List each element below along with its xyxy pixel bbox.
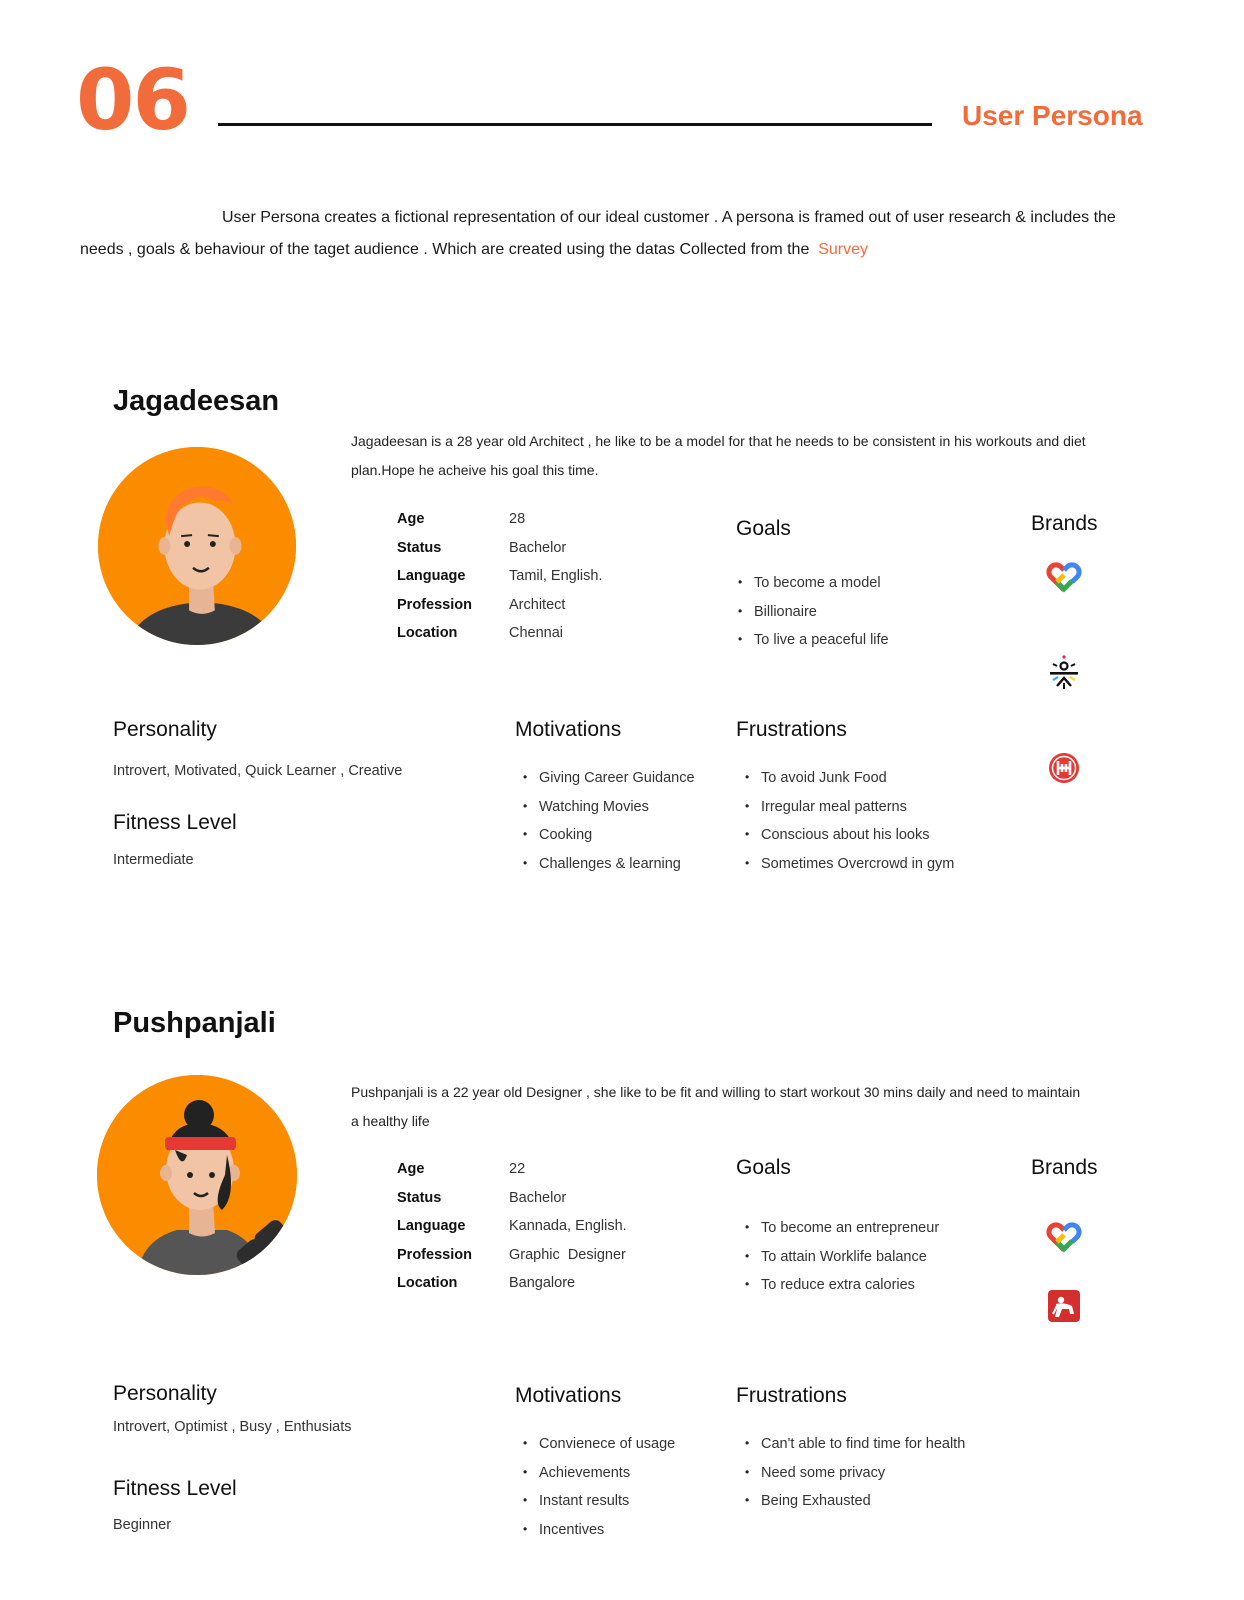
section-title: User Persona bbox=[962, 100, 1143, 131]
motivation-item: Achievements bbox=[523, 1465, 675, 1494]
female-avatar-illustration bbox=[97, 1075, 297, 1275]
goals-list: To become an entrepreneur To attain Work… bbox=[745, 1220, 939, 1306]
motivations-heading: Motivations bbox=[515, 718, 622, 741]
fact-label: Location bbox=[397, 625, 458, 641]
intro-text: User Persona creates a fictional represe… bbox=[80, 209, 1116, 258]
male-avatar-illustration bbox=[98, 447, 296, 645]
frustrations-list: To avoid Junk Food Irregular meal patter… bbox=[745, 770, 954, 884]
intro-paragraph: User Persona creates a fictional represe… bbox=[80, 202, 1160, 266]
persona-name: Pushpanjali bbox=[113, 1007, 276, 1039]
fact-label: Age bbox=[397, 1161, 425, 1177]
motivation-item: Giving Career Guidance bbox=[523, 770, 695, 799]
fact-label: Age bbox=[397, 511, 425, 527]
goals-list: To become a model Billionaire To live a … bbox=[738, 575, 889, 661]
goal-item: To live a peaceful life bbox=[738, 632, 889, 661]
home-workout-icon bbox=[1048, 1290, 1080, 1322]
motivation-item: Cooking bbox=[523, 827, 695, 856]
frustration-item: Sometimes Overcrowd in gym bbox=[745, 856, 954, 885]
persona-bio: Pushpanjali is a 22 year old Designer , … bbox=[351, 1084, 1081, 1129]
fitness-level-heading: Fitness Level bbox=[113, 1477, 237, 1500]
fact-row-language: Language Tamil, English. bbox=[397, 568, 697, 597]
page-number: 06 bbox=[76, 51, 191, 149]
fact-row-age: Age 22 bbox=[397, 1161, 697, 1190]
fitness-level-value: Beginner bbox=[113, 1517, 172, 1533]
frustration-item: Irregular meal patterns bbox=[745, 799, 954, 828]
fact-row-profession: Profession Architect bbox=[397, 597, 697, 626]
google-fit-icon bbox=[1046, 559, 1082, 593]
goal-item: To become a model bbox=[738, 575, 889, 604]
frustrations-heading: Frustrations bbox=[736, 1384, 847, 1407]
motivation-item: Instant results bbox=[523, 1493, 675, 1522]
fact-label: Profession bbox=[397, 1246, 472, 1263]
motivation-item: Incentives bbox=[523, 1522, 675, 1551]
personality-text: Introvert, Motivated, Quick Learner , Cr… bbox=[113, 763, 403, 779]
avatar bbox=[97, 1075, 297, 1275]
persona-bio: Jagadeesan is a 28 year old Architect , … bbox=[351, 433, 1086, 478]
fitness-level-heading: Fitness Level bbox=[113, 811, 237, 834]
fact-value: Graphic Designer bbox=[509, 1246, 626, 1263]
fact-label: Location bbox=[397, 1275, 458, 1291]
google-fit-icon bbox=[1046, 1219, 1082, 1253]
fact-value: Chennai bbox=[509, 625, 564, 641]
fact-value: Kannada, English. bbox=[509, 1218, 627, 1234]
persona-name: Jagadeesan bbox=[113, 385, 280, 417]
goal-item: To become an entrepreneur bbox=[745, 1220, 939, 1249]
fact-value: Bachelor bbox=[509, 539, 567, 556]
frustration-item: Can't able to find time for health bbox=[745, 1436, 965, 1465]
goals-heading: Goals bbox=[736, 1156, 791, 1179]
frustrations-heading: Frustrations bbox=[736, 718, 847, 741]
fitness-level-value: Intermediate bbox=[113, 852, 194, 868]
motivations-list: Convienece of usage Achievements Instant… bbox=[523, 1436, 675, 1550]
frustrations-list: Can't able to find time for health Need … bbox=[745, 1436, 965, 1522]
cult-fit-icon bbox=[1047, 655, 1081, 691]
survey-link[interactable]: Survey bbox=[818, 241, 868, 258]
motivation-item: Watching Movies bbox=[523, 799, 695, 828]
fact-row-profession: Profession Graphic Designer bbox=[397, 1247, 697, 1276]
goal-item: To reduce extra calories bbox=[745, 1277, 939, 1306]
motivations-list: Giving Career Guidance Watching Movies C… bbox=[523, 770, 695, 884]
fact-label: Profession bbox=[397, 596, 472, 613]
fact-value: 22 bbox=[509, 1161, 526, 1177]
brands-heading: Brands bbox=[1031, 512, 1098, 535]
frustration-item: Conscious about his looks bbox=[745, 827, 954, 856]
fact-value: Bangalore bbox=[509, 1275, 576, 1291]
avatar bbox=[98, 447, 296, 645]
frustration-item: Need some privacy bbox=[745, 1465, 965, 1494]
brands-heading: Brands bbox=[1031, 1156, 1098, 1179]
fact-row-language: Language Kannada, English. bbox=[397, 1218, 697, 1247]
fact-value: Bachelor bbox=[509, 1189, 567, 1206]
motivation-item: Convienece of usage bbox=[523, 1436, 675, 1465]
header-divider bbox=[218, 123, 932, 126]
motivation-item: Challenges & learning bbox=[523, 856, 695, 885]
personality-text: Introvert, Optimist , Busy , Enthusiats bbox=[113, 1419, 352, 1435]
frustration-item: To avoid Junk Food bbox=[745, 770, 954, 799]
fact-value: Tamil, English. bbox=[509, 568, 603, 584]
persona-facts: Age 22 Status Bachelor Language Kannada, En… bbox=[397, 1161, 697, 1304]
goals-heading: Goals bbox=[736, 517, 791, 540]
fact-row-status: Status Bachelor bbox=[397, 1190, 697, 1219]
fact-row-location: Location Bangalore bbox=[397, 1275, 697, 1304]
fact-row-age: Age 28 bbox=[397, 511, 697, 540]
persona-facts: Age 28 Status Bachelor Language Tamil, Engl… bbox=[397, 511, 697, 654]
fact-label: Status bbox=[397, 539, 442, 556]
fact-label: Language bbox=[397, 1218, 466, 1234]
healthify-icon bbox=[1048, 752, 1080, 784]
fact-row-status: Status Bachelor bbox=[397, 540, 697, 569]
fact-label: Language bbox=[397, 568, 466, 584]
frustration-item: Being Exhausted bbox=[745, 1493, 965, 1522]
fact-value: Architect bbox=[509, 596, 566, 613]
goal-item: Billionaire bbox=[738, 604, 889, 633]
fact-value: 28 bbox=[509, 511, 526, 527]
goal-item: To attain Worklife balance bbox=[745, 1249, 939, 1278]
motivations-heading: Motivations bbox=[515, 1384, 622, 1407]
fact-label: Status bbox=[397, 1189, 442, 1206]
personality-heading: Personality bbox=[113, 1382, 217, 1405]
personality-heading: Personality bbox=[113, 718, 217, 741]
fact-row-location: Location Chennai bbox=[397, 625, 697, 654]
